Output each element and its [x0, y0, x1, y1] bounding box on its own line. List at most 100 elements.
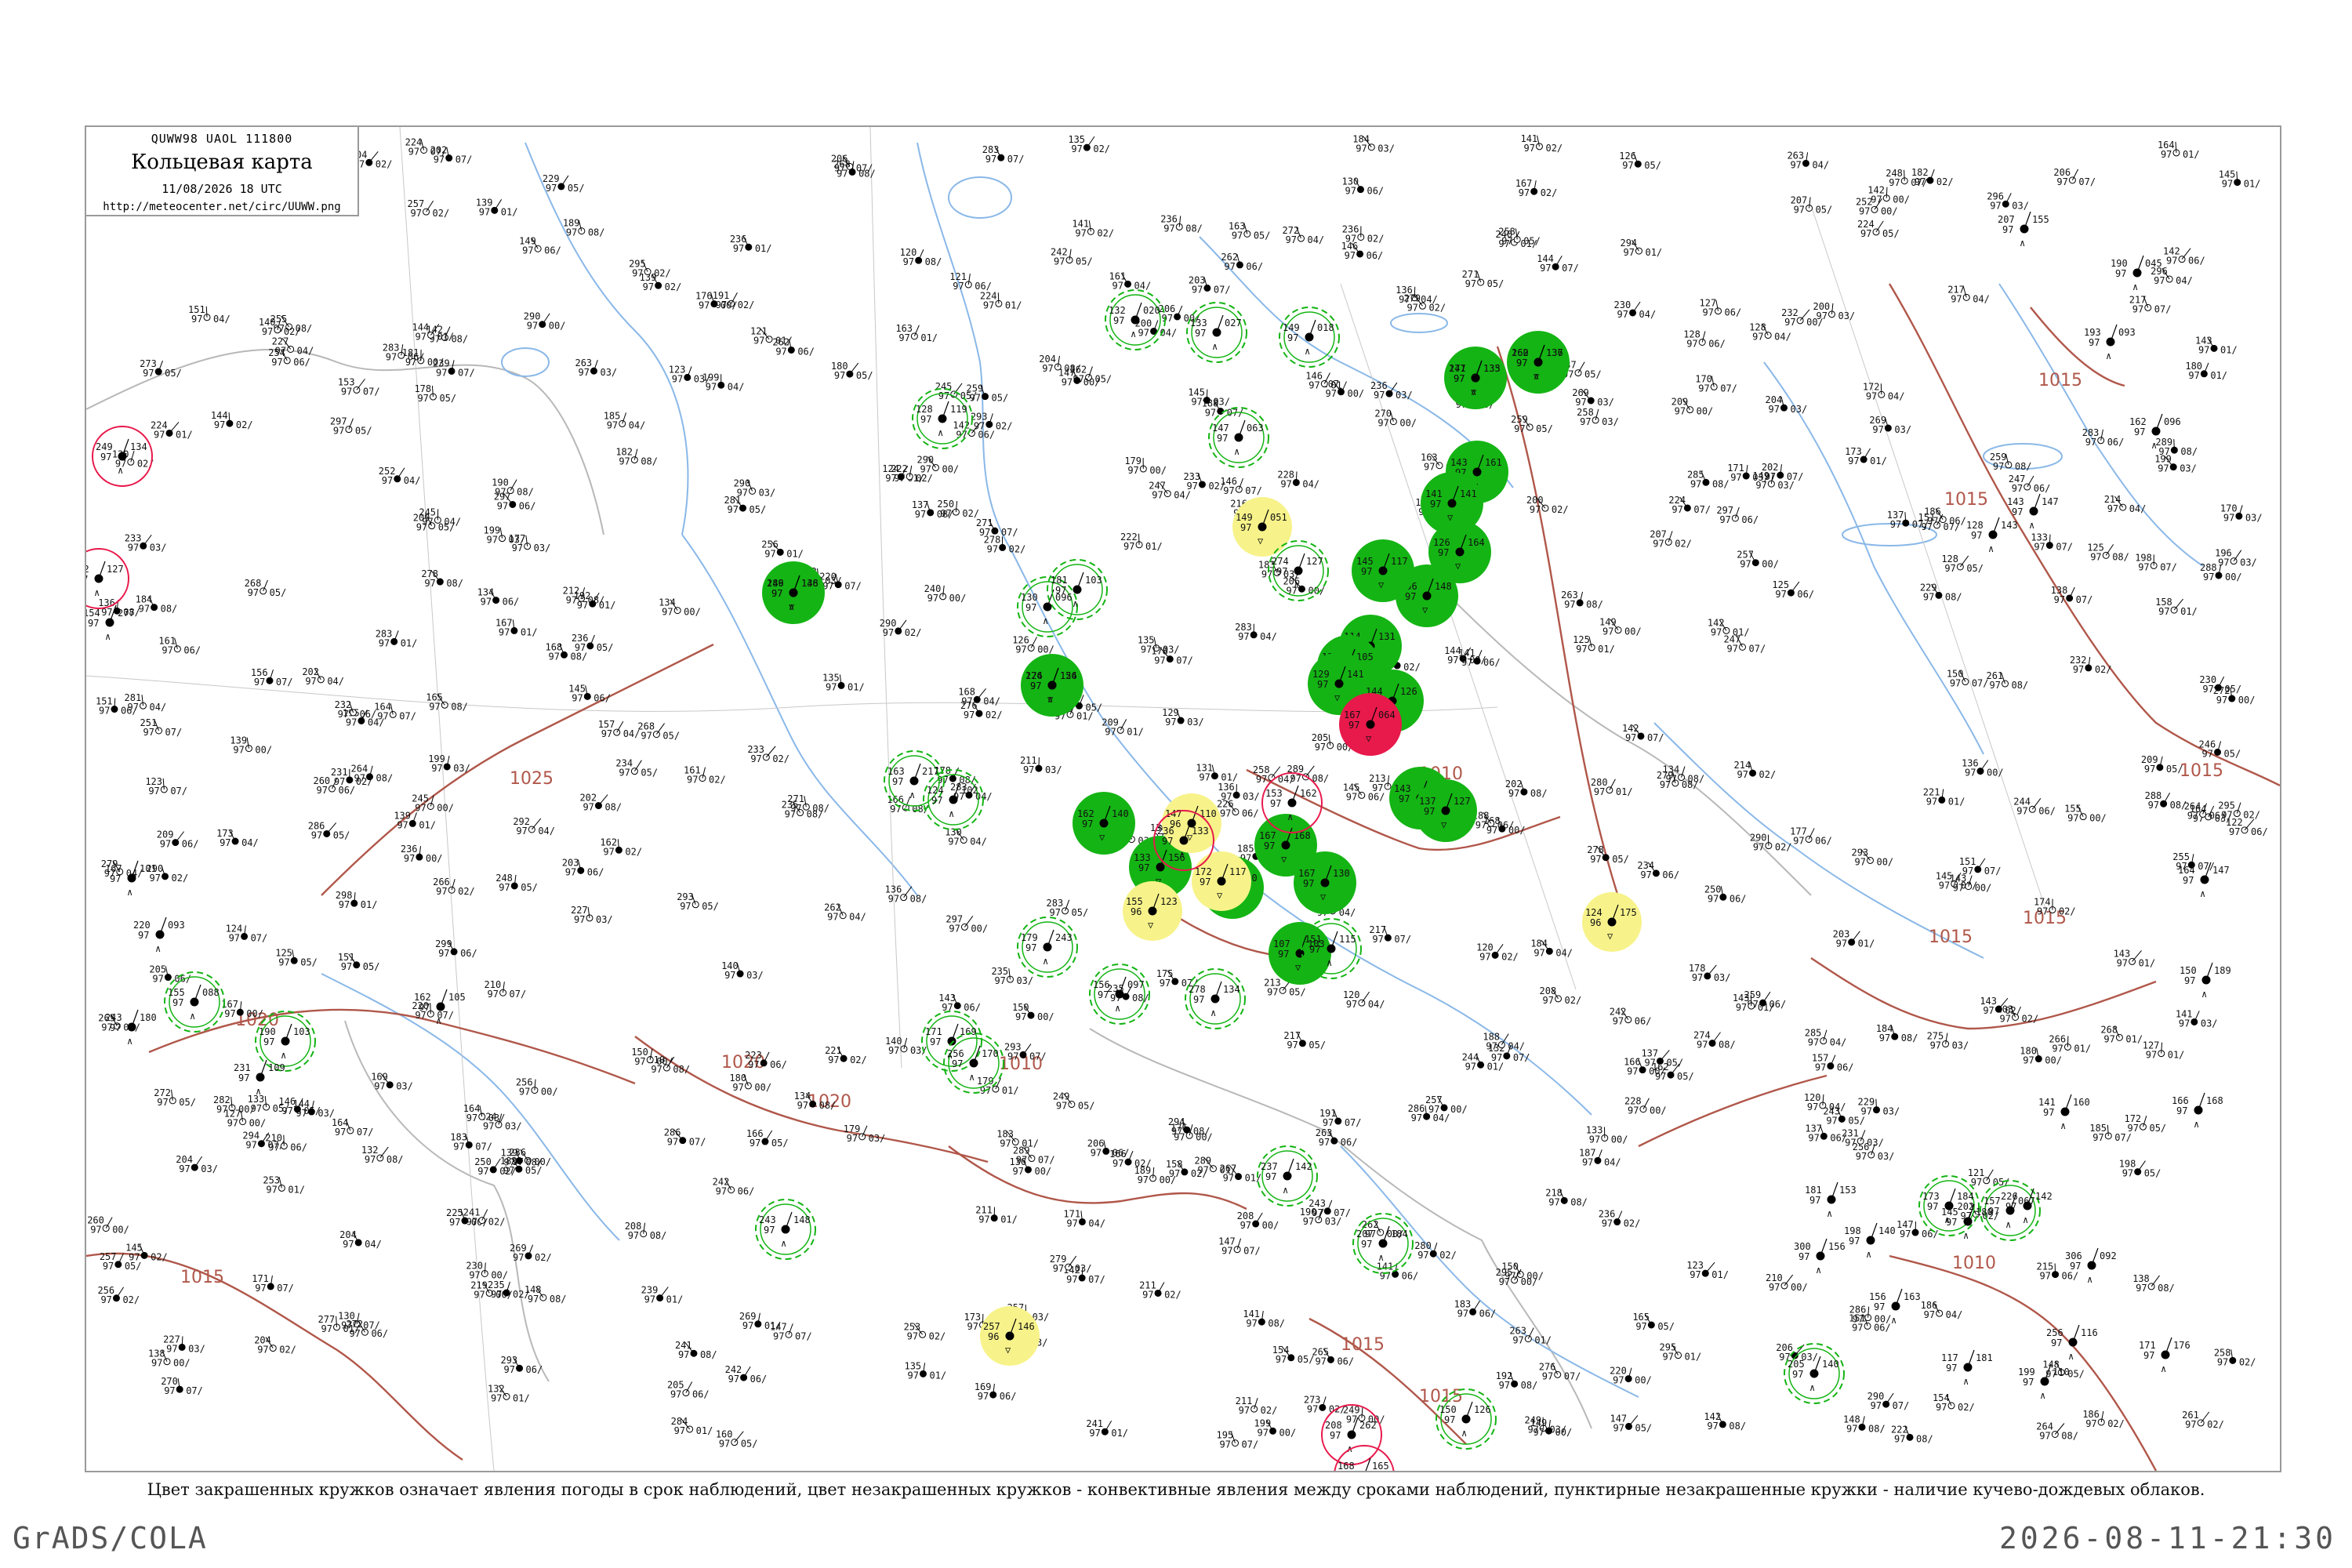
station-green-ring[interactable]: 27897134∧: [1185, 968, 1246, 1029]
svg-text:97: 97: [732, 1082, 743, 1093]
svg-text:06/: 06/: [1000, 1391, 1017, 1402]
svg-text:97: 97: [1499, 1380, 1510, 1391]
station-green-ring[interactable]: 15097126∧: [1436, 1388, 1497, 1450]
station-green-filled[interactable]: 12697164▽: [1428, 521, 1491, 583]
station-green-ring[interactable]: 25697170∧: [943, 1033, 1004, 1094]
station-plain[interactable]: 30097156∧: [1794, 1238, 1846, 1276]
svg-text:97: 97: [233, 745, 244, 756]
station-green-filled[interactable]: 13797127▽: [1414, 779, 1477, 842]
station-plain[interactable]: 23197109∧: [234, 1059, 285, 1097]
svg-text:97: 97: [90, 1225, 101, 1236]
grads-credit: GrADS/COLA: [13, 1521, 208, 1555]
station-plain[interactable]: 16697168∧: [2172, 1092, 2223, 1130]
svg-text:02/: 02/: [905, 627, 922, 638]
station-red-ring[interactable]: 24997134∧: [92, 426, 153, 487]
svg-text:05/: 05/: [1848, 1115, 1865, 1126]
svg-text:01/: 01/: [1000, 1214, 1018, 1225]
svg-text:06/: 06/: [503, 597, 520, 608]
background-station: 28397 04/: [1235, 622, 1277, 642]
svg-text:06/: 06/: [526, 1364, 543, 1375]
station-plain[interactable]: 19897140∧: [1844, 1222, 1896, 1260]
station-plain[interactable]: 18197153∧: [1805, 1181, 1857, 1219]
svg-text:97: 97: [1548, 1196, 1559, 1207]
station-plain[interactable]: 22097093∧: [133, 916, 185, 954]
station-temperature: 256: [947, 1048, 964, 1059]
svg-text:02/: 02/: [929, 1330, 946, 1341]
background-station: 29497 01/: [1620, 238, 1662, 258]
svg-text:97: 97: [601, 728, 612, 739]
station-plain[interactable]: 12897143∧: [1966, 517, 2018, 554]
background-station: 20097 03/: [1813, 301, 1855, 321]
legend-caption: Цвет закрашенных кружков означает явлени…: [0, 1480, 2352, 1499]
station-yellow-filled[interactable]: 15596123▽: [1123, 881, 1182, 941]
svg-text:97: 97: [1346, 791, 1357, 802]
svg-text:01/: 01/: [1616, 786, 1633, 797]
background-station: 18097 05/: [831, 361, 873, 381]
background-station: 14797 07/: [770, 1321, 812, 1341]
station-green-ring[interactable]: 19097103∧: [255, 1011, 316, 1072]
svg-text:00/: 00/: [2045, 1055, 2062, 1066]
svg-text:97: 97: [164, 1385, 175, 1396]
station-green-filled[interactable]: 16797130▽: [1294, 851, 1356, 914]
svg-text:08/: 08/: [2015, 461, 2032, 472]
background-station: 21097 06/: [265, 1133, 307, 1153]
station-plain[interactable]: 15097189∧: [2180, 962, 2231, 1000]
station-green-ring[interactable]: 15597088∧: [164, 971, 225, 1033]
station-plain[interactable]: 16297096∧: [2129, 413, 2181, 451]
svg-text:02/: 02/: [2243, 810, 2260, 821]
svg-text:97: 97: [1543, 995, 1554, 1006]
station-red-ring[interactable]: 16897165∧: [1334, 1445, 1395, 1471]
station-green-ring[interactable]: 13297020∧: [1105, 289, 1166, 350]
station-temperature: 137: [1419, 796, 1436, 807]
station-yellow-filled[interactable]: 25796146▽: [980, 1306, 1040, 1366]
background-station: 23097 00/: [466, 1260, 508, 1280]
station-green-ring[interactable]: 23797142∧: [1257, 1145, 1318, 1207]
svg-text:97: 97: [1808, 1037, 1819, 1048]
background-station: 1269705/: [1619, 151, 1661, 171]
lake: [1390, 313, 1448, 333]
station-green-ring[interactable]: 17997243∧: [1017, 916, 1078, 978]
station-pressure: 97: [2023, 1377, 2034, 1388]
svg-text:97: 97: [354, 773, 365, 784]
svg-text:02/: 02/: [236, 419, 253, 430]
background-station: 17097 07/: [1695, 373, 1737, 394]
svg-text:05/: 05/: [273, 1103, 290, 1114]
svg-text:06/: 06/: [1242, 808, 1259, 819]
station-red-filled[interactable]: 16797064▽: [1339, 693, 1402, 756]
svg-text:04/: 04/: [629, 419, 646, 430]
station-dewpoint: 165: [1372, 1461, 1389, 1471]
station-plain[interactable]: 20797155∧: [1998, 211, 2049, 249]
background-station: 21097 00/: [1766, 1272, 1808, 1293]
station-green-ring[interactable]: 13397027∧: [1186, 302, 1247, 363]
svg-text:97: 97: [377, 710, 388, 721]
station-pressure: 97: [1430, 499, 1441, 510]
station-yellow-filled[interactable]: 14997051▽: [1232, 497, 1292, 557]
weather-symbol-icon: ▽: [1217, 890, 1223, 901]
station-yellow-filled[interactable]: 12496175▽: [1582, 892, 1642, 952]
isobar-label: 1010: [1952, 1254, 1996, 1273]
svg-text:97: 97: [453, 1141, 464, 1152]
svg-text:97: 97: [680, 901, 691, 912]
svg-text:97: 97: [1461, 657, 1472, 668]
svg-text:97: 97: [2138, 561, 2149, 572]
station-plain[interactable]: 24397180∧: [105, 1009, 157, 1047]
station-green-filled[interactable]: 16297140▽: [1073, 792, 1135, 855]
station-plain[interactable]: 25697116∧: [2046, 1324, 2098, 1362]
station-green-filled[interactable]: 14597117▽: [1352, 539, 1414, 602]
background-station: 27197 05/: [1462, 269, 1504, 289]
country-border: [1089, 1028, 1592, 1429]
station-green-filled[interactable]: 10797103▽: [1269, 922, 1331, 985]
station-plain[interactable]: 14197160∧: [2038, 1094, 2090, 1131]
station-plain[interactable]: 17197176∧: [2139, 1337, 2190, 1374]
weather-symbol-icon: ∧: [2194, 1119, 2199, 1130]
station-green-ring[interactable]: 24397148∧: [755, 1199, 816, 1260]
station-plain[interactable]: 11797181∧: [1941, 1349, 1993, 1387]
svg-text:97: 97: [251, 1103, 262, 1114]
svg-text:97: 97: [1872, 424, 1883, 435]
svg-text:03/: 03/: [2180, 463, 2197, 474]
station-green-ring[interactable]: 27497127∧: [1268, 540, 1329, 601]
station-yellow-filled[interactable]: 17297117▽: [1192, 851, 1251, 911]
station-green-ring[interactable]: 14997018∧: [1279, 307, 1340, 368]
station-plain[interactable]: 19397093∧: [2084, 324, 2136, 361]
svg-text:97: 97: [2052, 1043, 2063, 1054]
